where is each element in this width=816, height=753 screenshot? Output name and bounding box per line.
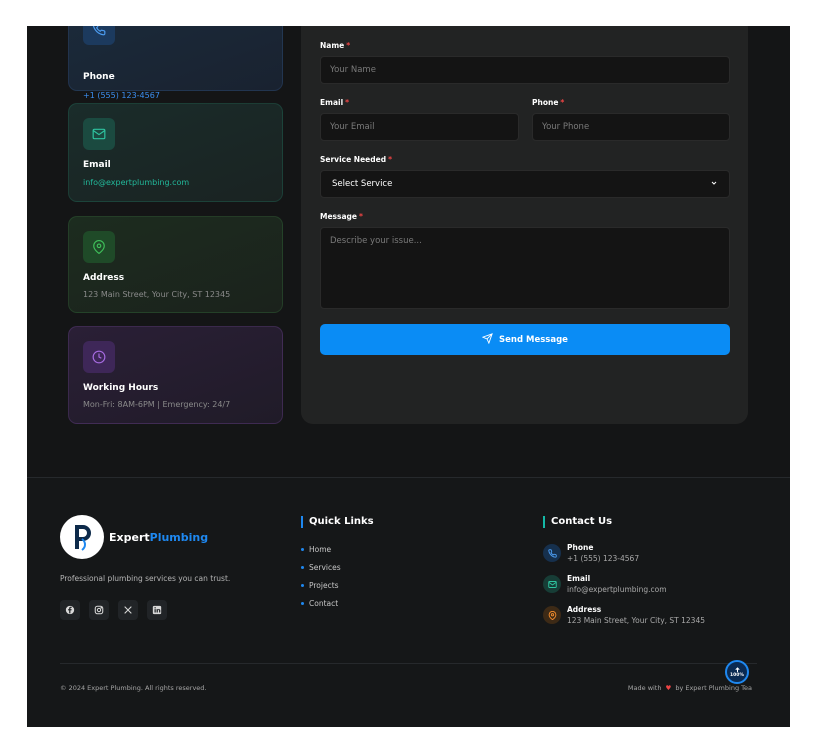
phone-field[interactable] — [532, 113, 730, 141]
quick-links-heading: Quick Links — [301, 516, 374, 528]
quick-link-projects[interactable]: Projects — [301, 581, 339, 590]
required-mark: * — [345, 98, 350, 107]
quick-link-label: Contact — [309, 599, 339, 608]
email-card: Email info@expertplumbing.com — [68, 103, 283, 202]
phone-card-title: Phone — [83, 72, 115, 82]
bullet-icon — [301, 548, 304, 551]
bullet-icon — [301, 584, 304, 587]
instagram-icon[interactable] — [89, 600, 109, 620]
working-hours-value: Mon-Fri: 8AM-6PM | Emergency: 24/7 — [83, 400, 231, 409]
linkedin-icon[interactable] — [147, 600, 167, 620]
address-card: Address 123 Main Street, Your City, ST 1… — [68, 216, 283, 313]
footer-address-value: 123 Main Street, Your City, ST 12345 — [567, 616, 705, 625]
name-field[interactable] — [320, 56, 730, 84]
footer-email-title: Email — [567, 574, 591, 583]
contact-us-heading: Contact Us — [543, 516, 612, 528]
map-pin-icon — [543, 606, 561, 624]
working-hours-card: Working Hours Mon-Fri: 8AM-6PM | Emergen… — [68, 326, 283, 424]
email-card-value[interactable]: info@expertplumbing.com — [83, 178, 189, 187]
logo-icon — [75, 525, 91, 551]
made-with-prefix: Made with — [627, 684, 662, 692]
bullet-icon — [301, 602, 304, 605]
quick-link-label: Home — [309, 545, 332, 554]
footer-divider — [60, 663, 757, 664]
scroll-to-top-button[interactable]: 100% — [725, 660, 749, 684]
send-message-label: Send Message — [499, 334, 568, 345]
brand-part-2: Plumbing — [149, 531, 209, 544]
phone-label-text: Phone — [532, 98, 559, 107]
email-card-title: Email — [83, 160, 111, 170]
required-mark: * — [346, 41, 351, 50]
contact-form: Name* Email* Phone* Service Needed* Sele… — [301, 26, 748, 424]
quick-link-label: Projects — [309, 581, 339, 590]
phone-card: Phone +1 (555) 123-4567 — [68, 26, 283, 100]
footer-address-title: Address — [567, 605, 602, 614]
service-label-text: Service Needed — [320, 155, 387, 164]
quick-link-home[interactable]: Home — [301, 545, 331, 554]
made-with-credit: Made with ♥ by Expert Plumbing Tea — [628, 684, 752, 692]
page: Phone +1 (555) 123-4567 Email info@exper… — [27, 26, 790, 727]
message-label-text: Message — [320, 212, 357, 221]
service-select-value: Select Service — [332, 179, 393, 189]
chevron-down-icon — [710, 179, 718, 190]
send-message-button[interactable]: Send Message — [320, 324, 730, 355]
footer: ExpertPlumbing Professional plumbing ser… — [27, 477, 790, 727]
x-icon[interactable] — [118, 600, 138, 620]
quick-link-contact[interactable]: Contact — [301, 599, 338, 608]
clock-icon — [83, 341, 115, 373]
heart-icon: ♥ — [665, 684, 672, 692]
footer-email-value[interactable]: info@expertplumbing.com — [567, 585, 667, 594]
send-icon — [481, 332, 493, 347]
phone-icon — [543, 544, 561, 562]
map-pin-icon — [83, 231, 115, 263]
made-with-suffix: by Expert Plumbing Tea — [675, 684, 752, 692]
required-mark: * — [359, 212, 363, 221]
message-field[interactable] — [320, 227, 730, 309]
address-card-title: Address — [83, 273, 125, 283]
phone-card-value[interactable]: +1 (555) 123-4567 — [83, 91, 160, 100]
facebook-icon[interactable] — [60, 600, 80, 620]
quick-link-label: Services — [309, 563, 341, 572]
brand-part-1: Expert — [109, 531, 150, 544]
logo[interactable] — [60, 515, 104, 559]
service-select[interactable]: Select Service — [320, 170, 730, 198]
name-label-text: Name — [320, 41, 345, 50]
address-card-value: 123 Main Street, Your City, ST 12345 — [83, 290, 231, 299]
working-hours-title: Working Hours — [83, 383, 159, 393]
scroll-percent: 100% — [730, 672, 744, 678]
mail-icon — [83, 118, 115, 150]
quick-link-services[interactable]: Services — [301, 563, 341, 572]
service-label: Service Needed * — [320, 155, 392, 164]
email-label: Email * — [320, 98, 349, 107]
message-label: Message * — [320, 212, 363, 221]
tagline: Professional plumbing services you can t… — [60, 574, 231, 583]
email-label-text: Email — [320, 98, 344, 107]
bullet-icon — [301, 566, 304, 569]
email-field[interactable] — [320, 113, 519, 141]
required-mark: * — [560, 98, 565, 107]
footer-phone-title: Phone — [567, 543, 594, 552]
copyright: © 2024 Expert Plumbing. All rights reser… — [60, 684, 207, 692]
brand-name[interactable]: ExpertPlumbing — [109, 531, 208, 544]
required-mark: * — [388, 155, 393, 164]
contact-section: Phone +1 (555) 123-4567 Email info@exper… — [27, 26, 790, 477]
footer-phone-value[interactable]: +1 (555) 123-4567 — [567, 554, 639, 563]
name-label: Name * — [320, 41, 350, 50]
phone-label: Phone * — [532, 98, 564, 107]
phone-icon — [83, 26, 115, 45]
mail-icon — [543, 575, 561, 593]
